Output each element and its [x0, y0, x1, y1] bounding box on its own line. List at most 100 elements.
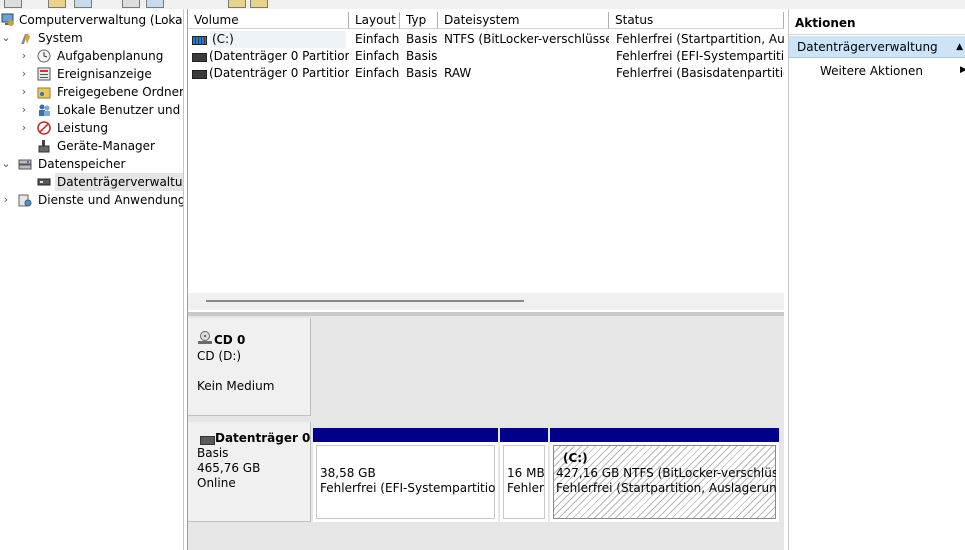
column-header-typ[interactable]: Typ: [400, 12, 438, 29]
cd-drive: CD (D:): [197, 349, 242, 363]
tree-item-geraete-manager[interactable]: Geräte-Manager: [0, 137, 183, 155]
tree-item-computerverwaltung[interactable]: Computerverwaltung (Lokal): [0, 11, 183, 29]
cell-status: Fehlerfrei (Startpartition, Auslag: [616, 32, 784, 46]
submenu-arrow-icon[interactable]: ▶: [960, 65, 965, 75]
partition-size: 427,16 GB NTFS (BitLocker-verschlüsselt): [556, 466, 776, 480]
column-header-layout[interactable]: Layout: [349, 12, 400, 29]
chevron-right-icon[interactable]: ›: [19, 65, 29, 83]
volume-icon: [192, 36, 207, 45]
navigation-tree: Computerverwaltung (Lokal) ⌄ System › Au…: [0, 9, 184, 550]
folder-icon-2[interactable]: [250, 0, 268, 8]
column-header-dateisystem[interactable]: Dateisystem: [438, 12, 609, 29]
tools-icon: [18, 31, 32, 45]
chevron-right-icon[interactable]: ›: [19, 47, 29, 65]
disk-state: Online: [197, 476, 236, 490]
tree-label: Leistung: [57, 121, 108, 135]
table-row[interactable]: (Datenträger 0 Partition 1) Einfach Basi…: [188, 48, 784, 65]
tree-label: System: [38, 31, 83, 45]
partition-status: Fehlerl: [507, 481, 545, 495]
back-icon[interactable]: [4, 0, 22, 8]
tree-item-leistung[interactable]: › Leistung: [0, 119, 183, 137]
users-icon: [37, 103, 51, 117]
chevron-down-icon[interactable]: ⌄: [1, 29, 11, 47]
partition-status: Fehlerfrei (Startpartition, Auslagerungs…: [556, 481, 776, 495]
tree-label: Lokale Benutzer und Gruppen: [57, 103, 183, 117]
tree-label: Ereignisanzeige: [57, 67, 152, 81]
scrollbar-thumb[interactable]: [206, 300, 524, 302]
cell-dateisystem: [444, 48, 609, 65]
partition-c[interactable]: (C:) 427,16 GB NTFS (BitLocker-verschlüs…: [550, 428, 779, 522]
volume-icon: [192, 53, 207, 62]
tree-label: Datenträgerverwaltung: [55, 173, 183, 191]
tree-label: Freigegebene Ordner: [57, 85, 184, 99]
tree-item-datenspeicher[interactable]: ⌄ Datenspeicher: [0, 155, 183, 173]
cd-name: CD 0: [214, 333, 246, 347]
chevron-down-icon[interactable]: ⌄: [1, 155, 11, 173]
partition-header-bar: [313, 428, 498, 442]
tree-item-dienste[interactable]: › Dienste und Anwendungen: [0, 191, 183, 209]
chevron-right-icon[interactable]: ›: [19, 101, 29, 119]
computer-management-icon: [1, 13, 15, 27]
actions-pane: Aktionen Datenträgerverwaltung ▲ Weitere…: [788, 9, 965, 550]
collapse-up-icon[interactable]: ▲: [956, 36, 963, 58]
tree-label: Computerverwaltung (Lokal): [19, 13, 184, 27]
tree-item-datentraegerverwaltung[interactable]: Datenträgerverwaltung: [0, 173, 183, 191]
chevron-right-icon[interactable]: ›: [1, 191, 11, 209]
cell-volume: (Datenträger 0 Partition 2): [209, 66, 349, 80]
cd-drive-icon: [197, 331, 213, 349]
cell-status: Fehlerfrei (Basisdatenpartition): [616, 66, 784, 80]
clock-icon: [37, 49, 51, 63]
cell-layout: Einfach: [355, 49, 399, 63]
volume-list: Volume Layout Typ Dateisystem Status (C:…: [188, 9, 784, 314]
cell-volume: (C:): [210, 31, 346, 48]
cell-status: Fehlerfrei (EFI-Systempartition): [616, 49, 784, 63]
performance-icon: [37, 121, 51, 135]
view-icon[interactable]: [146, 0, 164, 8]
partition-size: 38,58 GB: [320, 466, 376, 480]
horizontal-scrollbar[interactable]: [188, 293, 784, 310]
event-viewer-icon: [37, 67, 51, 81]
column-header-volume[interactable]: Volume: [188, 12, 349, 29]
tree-label: Aufgabenplanung: [57, 49, 164, 63]
volume-icon: [192, 70, 207, 79]
cd-media: Kein Medium: [197, 379, 275, 393]
volume-pane: Volume Layout Typ Dateisystem Status (C:…: [187, 9, 784, 550]
partition-efi[interactable]: 38,58 GB Fehlerfrei (EFI-Systempartition…: [313, 428, 498, 522]
cell-dateisystem: RAW: [444, 66, 472, 80]
tree-label: Datenspeicher: [38, 157, 126, 171]
column-header-status[interactable]: Status: [609, 12, 784, 29]
partition-title: (C:): [563, 451, 588, 465]
action-label: Weitere Aktionen: [820, 64, 923, 78]
folder-open-icon[interactable]: [228, 0, 246, 8]
cell-dateisystem: NTFS (BitLocker-verschlüsselt): [444, 32, 609, 46]
disk-management-icon: [37, 175, 51, 189]
partition-status: Fehlerfrei (EFI-Systempartition): [320, 481, 496, 495]
folder-icon[interactable]: [48, 0, 66, 8]
disk-icon: [200, 436, 215, 445]
services-icon: [18, 193, 32, 207]
tree-item-aufgabenplanung[interactable]: › Aufgabenplanung: [0, 47, 183, 65]
tree-item-freigegebene-ordner[interactable]: › Freigegebene Ordner: [0, 83, 183, 101]
cell-volume: (Datenträger 0 Partition 1): [209, 49, 349, 63]
tree-item-system[interactable]: ⌄ System: [0, 29, 183, 47]
storage-icon: [18, 157, 32, 171]
tree-item-lokale-benutzer[interactable]: › Lokale Benutzer und Gruppen: [0, 101, 183, 119]
partition-reserved[interactable]: 16 MB Fehlerl: [500, 428, 548, 522]
properties-icon[interactable]: [74, 0, 92, 8]
chevron-right-icon[interactable]: ›: [19, 83, 29, 101]
actions-header: Aktionen: [789, 12, 965, 35]
tree-item-ereignisanzeige[interactable]: › Ereignisanzeige: [0, 65, 183, 83]
tree-label: Geräte-Manager: [57, 139, 155, 153]
table-row[interactable]: (Datenträger 0 Partition 2) Einfach Basi…: [188, 65, 784, 82]
disk-0-label[interactable]: Datenträger 0 Basis 465,76 GB Online: [188, 422, 311, 522]
help-icon[interactable]: [122, 0, 140, 8]
chevron-right-icon[interactable]: ›: [19, 119, 29, 137]
actions-section-datentraegerverwaltung[interactable]: Datenträgerverwaltung ▲: [789, 36, 965, 58]
action-weitere-aktionen[interactable]: Weitere Aktionen: [820, 62, 923, 80]
partition-size: 16 MB: [507, 466, 545, 480]
cd-label[interactable]: CD 0 CD (D:) Kein Medium: [188, 318, 311, 416]
actions-section-label: Datenträgerverwaltung: [797, 40, 938, 54]
table-row[interactable]: (C:) Einfach Basis NTFS (BitLocker-versc…: [188, 31, 784, 48]
cell-layout: Einfach: [355, 66, 399, 80]
cell-typ: Basis: [406, 49, 438, 63]
